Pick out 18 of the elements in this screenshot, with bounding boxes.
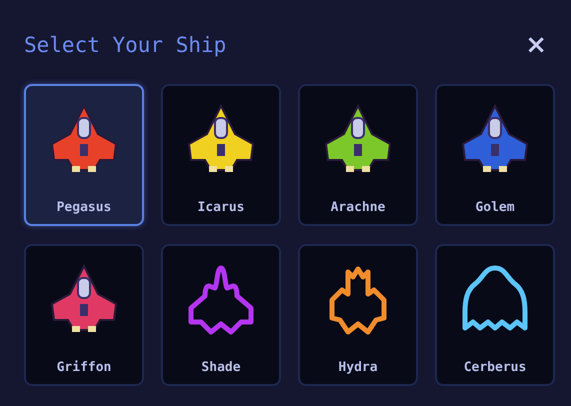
ship-card[interactable]: Golem [435, 84, 555, 226]
ship-card[interactable]: Pegasus [24, 84, 144, 226]
ship-name: Griffon [56, 360, 112, 375]
ship-name: Icarus [198, 200, 244, 215]
ship-name: Arachne [330, 200, 386, 215]
ship-card[interactable]: Cerberus [435, 244, 555, 386]
ship-name: Cerberus [464, 360, 526, 375]
ship-name: Shade [201, 360, 241, 375]
ship-card[interactable]: Hydra [298, 244, 418, 386]
ship-name: Pegasus [56, 200, 112, 215]
ship-card[interactable]: Griffon [24, 244, 144, 386]
dialog-title: Select Your Ship [24, 33, 226, 57]
ship-name: Hydra [338, 360, 378, 375]
ship-card[interactable]: Arachne [298, 84, 418, 226]
ship-name: Golem [475, 200, 515, 215]
ship-card[interactable]: Shade [161, 244, 281, 386]
ship-card[interactable]: Icarus [161, 84, 281, 226]
close-button[interactable]: × [521, 32, 551, 58]
